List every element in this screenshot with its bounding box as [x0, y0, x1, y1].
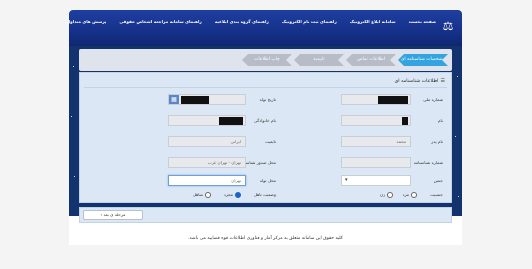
nationality-label: تابعیت — [264, 139, 276, 144]
birth-date-label: تاریخ تولد — [259, 97, 276, 102]
issue-place-field: تهران - تهران غرب — [168, 157, 246, 168]
nav-registration-guide[interactable]: راهنمای ثبت نام الکترونیک — [282, 19, 337, 24]
identity-form: ☰ اطلاعات شناسنامه ای شماره ملی تاریخ تو… — [79, 72, 452, 203]
nav-e-notice[interactable]: سامانه ابلاغ الکترونیک — [350, 19, 396, 24]
nationality-field: ایرانی — [168, 136, 246, 147]
nav-grouping-guide[interactable]: راهنمای گروه بندی ابلاغیه — [215, 19, 269, 24]
redacted-block — [181, 96, 209, 104]
chevron-down-icon: ▾ — [345, 177, 348, 183]
birth-place-input[interactable]: تهران — [168, 175, 246, 186]
father-name-field: محمد — [341, 136, 411, 147]
national-code-field — [341, 94, 411, 105]
redacted-block — [378, 96, 408, 104]
marital-married-radio[interactable]: متاهل — [193, 192, 211, 198]
redacted-block — [219, 117, 243, 125]
last-name-field — [168, 115, 246, 126]
marital-label: وضعیت تاهل — [253, 192, 276, 197]
step-identity[interactable]: مشخصات شناسنامه ای — [398, 54, 448, 66]
sex-male-radio[interactable]: مرد — [403, 192, 417, 198]
first-name-field — [341, 115, 411, 126]
national-code-label: شماره ملی — [423, 97, 443, 102]
form-title: ☰ اطلاعات شناسنامه ای — [394, 78, 445, 84]
step-contact[interactable]: اطلاعات تماس — [346, 54, 396, 66]
judiciary-logo-icon: ⚖ — [442, 19, 454, 33]
wizard-steps: مشخصات شناسنامه ای اطلاعات تماس تاییدیه … — [79, 49, 452, 71]
id-number-label: شماره شناسنامه — [413, 160, 443, 165]
action-bar: مرحله ی بعد › — [79, 207, 452, 223]
gender-select[interactable]: ▾ — [341, 175, 411, 186]
redacted-block — [402, 117, 408, 125]
header: ⚖ صفحه نخست سامانه ابلاغ الکترونیک راهنم… — [67, 10, 462, 46]
gender-label: جنس — [433, 178, 443, 183]
first-name-label: نام — [437, 118, 443, 123]
birth-place-label: محل تولد — [259, 178, 276, 183]
birth-date-field: ▦ — [168, 94, 246, 105]
step-print[interactable]: چاپ اطلاعات — [242, 54, 292, 66]
list-icon: ☰ — [440, 78, 445, 84]
footer-copyright: کلیه حقوق این سامانه متعلق به مرکز آمار … — [188, 236, 343, 241]
calendar-icon[interactable]: ▦ — [169, 95, 179, 104]
next-step-button[interactable]: مرحله ی بعد › — [83, 210, 143, 220]
father-name-label: نام پدر — [431, 139, 443, 144]
sex-female-radio[interactable]: زن — [380, 192, 393, 198]
marital-single-radio[interactable]: مجرد — [224, 192, 241, 198]
last-name-label: نام خانوادگی — [253, 118, 276, 123]
sex-label: جنسیت — [430, 192, 443, 197]
nav-faq[interactable]: پرسش های متداول — [67, 19, 107, 24]
divider — [84, 87, 447, 88]
page: ⚖ صفحه نخست سامانه ابلاغ الکترونیک راهنم… — [67, 10, 462, 245]
step-confirm[interactable]: تاییدیه — [294, 54, 344, 66]
nav-legal-guide[interactable]: راهنمای سامانه مراجعه اشخاص حقوقی — [119, 19, 201, 24]
nav-home[interactable]: صفحه نخست — [409, 19, 436, 24]
id-number-field — [341, 157, 411, 168]
main-nav: صفحه نخست سامانه ابلاغ الکترونیک راهنمای… — [67, 19, 436, 24]
